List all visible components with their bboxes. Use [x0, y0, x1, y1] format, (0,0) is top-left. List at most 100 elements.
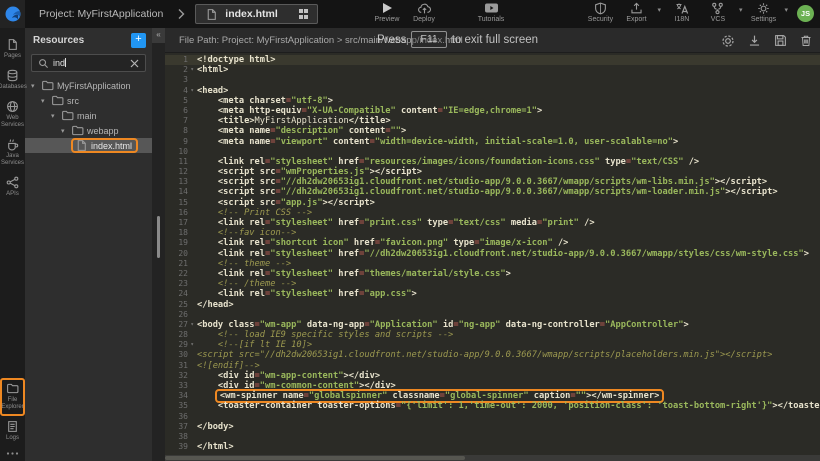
fold-toggle-icon[interactable]: ▾ [190, 320, 194, 330]
sidebar-item-pages[interactable]: Pages [0, 34, 25, 65]
line-number[interactable]: 18 [165, 228, 191, 238]
line-number[interactable]: 1 [165, 55, 191, 65]
line-number[interactable]: 30 [165, 350, 191, 360]
user-avatar[interactable]: JS [797, 5, 814, 22]
line-number[interactable]: 7 [165, 116, 191, 126]
line-number[interactable]: 33 [165, 381, 191, 391]
line-number[interactable]: 6 [165, 106, 191, 116]
line-number[interactable]: 38 [165, 432, 191, 442]
tree-node-label: src [67, 96, 79, 106]
line-number[interactable]: 25 [165, 300, 191, 310]
line-number[interactable]: 39 [165, 442, 191, 452]
line-number[interactable]: 11 [165, 157, 191, 167]
sidebar-item-more[interactable] [0, 447, 25, 461]
sidebar-item-apis[interactable]: APIs [0, 172, 25, 203]
code-editor[interactable]: 1<!doctype html>2▾<html>34▾<head>5 <meta… [165, 53, 820, 461]
code-text: <script src="//dh2dw20653ig1.cloudfront.… [191, 350, 772, 360]
line-number[interactable]: 26 [165, 310, 191, 320]
clear-search-icon[interactable] [130, 59, 139, 68]
grid-view-icon[interactable] [299, 9, 309, 19]
preview-button[interactable]: Preview [372, 2, 402, 23]
caret-down-icon[interactable]: ▾ [51, 112, 58, 120]
tree-row-webapp[interactable]: ▾webapp [25, 123, 152, 138]
tree-row-main[interactable]: ▾main [25, 108, 152, 123]
sidebar-item-java-services[interactable]: Java Services [0, 134, 25, 172]
security-button[interactable]: Security [585, 2, 615, 23]
tree-row-src[interactable]: ▾ src [25, 93, 152, 108]
export-chevron-down-icon[interactable]: ▾ [657, 6, 661, 14]
line-number[interactable]: 15 [165, 198, 191, 208]
caret-down-icon[interactable]: ▾ [41, 97, 48, 105]
export-button[interactable]: Export [621, 2, 651, 23]
vcs-chevron-down-icon[interactable]: ▾ [739, 6, 743, 14]
sidebar-item-databases[interactable]: Databases [0, 65, 25, 96]
add-resource-button[interactable]: + [131, 33, 146, 48]
line-number[interactable]: 27▾ [165, 320, 191, 330]
line-number[interactable]: 24 [165, 289, 191, 299]
vcs-button[interactable]: VCS [703, 2, 733, 23]
code-line: 16 <!-- Print CSS --> [165, 208, 820, 218]
app-logo[interactable] [0, 0, 25, 28]
i18n-button[interactable]: I18N [667, 2, 697, 23]
line-number[interactable]: 9 [165, 137, 191, 147]
download-file-icon[interactable] [748, 34, 761, 47]
code-text: <meta charset="utf-8"> [191, 96, 333, 106]
line-number[interactable]: 36 [165, 412, 191, 422]
line-number[interactable]: 17 [165, 218, 191, 228]
horizontal-scrollbar[interactable] [165, 455, 820, 461]
tutorials-button[interactable]: Tutorials [476, 2, 506, 23]
line-number[interactable]: 13 [165, 177, 191, 187]
line-number[interactable]: 34 [165, 391, 191, 401]
code-line: 39</html> [165, 442, 820, 452]
collapse-panel-button[interactable]: « [152, 28, 165, 43]
line-number[interactable]: 28 [165, 330, 191, 340]
line-number[interactable]: 21 [165, 259, 191, 269]
line-number[interactable]: 19 [165, 238, 191, 248]
settings-chevron-down-icon[interactable]: ▾ [784, 6, 788, 14]
line-number[interactable]: 3 [165, 75, 191, 85]
file-settings-gear-icon[interactable] [721, 34, 735, 48]
code-text: <script src="app.js"></script> [191, 198, 375, 208]
sidebar-item-web-services[interactable]: Web Services [0, 96, 25, 134]
line-number[interactable]: 4▾ [165, 86, 191, 96]
caret-down-icon[interactable]: ▾ [61, 127, 68, 135]
fold-toggle-icon[interactable]: ▾ [190, 340, 194, 350]
line-number[interactable]: 37 [165, 422, 191, 432]
line-number[interactable]: 20 [165, 249, 191, 259]
panel-splitter[interactable]: « [152, 28, 165, 461]
tree-row-index.html[interactable]: index.html [25, 138, 152, 153]
line-number[interactable]: 22 [165, 269, 191, 279]
caret-down-icon[interactable]: ▾ [31, 82, 38, 90]
line-number[interactable]: 2▾ [165, 65, 191, 75]
sidebar-item-logs[interactable]: Logs [0, 416, 25, 447]
code-text: <!-- load IE9 specific styles and script… [191, 330, 453, 340]
code-line: 26 [165, 310, 820, 320]
line-number[interactable]: 8 [165, 126, 191, 136]
line-number[interactable]: 35 [165, 401, 191, 411]
line-number[interactable]: 29▾ [165, 340, 191, 350]
deploy-button[interactable]: Deploy [409, 2, 439, 23]
settings-button[interactable]: Settings [748, 2, 778, 23]
line-number[interactable]: 23 [165, 279, 191, 289]
tree-row-myfirstapplication[interactable]: ▾MyFirstApplication [25, 78, 152, 93]
line-number[interactable]: 16 [165, 208, 191, 218]
scrollbar-thumb[interactable] [165, 456, 465, 460]
line-number[interactable]: 12 [165, 167, 191, 177]
code-line: 10 [165, 147, 820, 157]
fold-toggle-icon[interactable]: ▾ [190, 65, 194, 75]
splitter-drag-handle[interactable] [157, 216, 160, 258]
sidebar-item-file-explorer[interactable]: File Explorer [0, 378, 25, 416]
fold-toggle-icon[interactable]: ▾ [190, 86, 194, 96]
line-number[interactable]: 31 [165, 361, 191, 371]
code-line: 27▾<body class="wm-app" data-ng-app="App… [165, 320, 820, 330]
resource-search-input[interactable]: ind [31, 54, 146, 72]
line-number[interactable]: 5 [165, 96, 191, 106]
line-number[interactable]: 10 [165, 147, 191, 157]
line-number[interactable]: 32 [165, 371, 191, 381]
save-file-icon[interactable] [774, 34, 787, 47]
folder-icon [51, 94, 64, 107]
code-text: <link rel="stylesheet" href="//dh2dw2065… [191, 249, 809, 259]
delete-file-icon[interactable] [800, 34, 812, 47]
line-number[interactable]: 14 [165, 187, 191, 197]
open-file-tab[interactable]: index.html [195, 4, 318, 24]
